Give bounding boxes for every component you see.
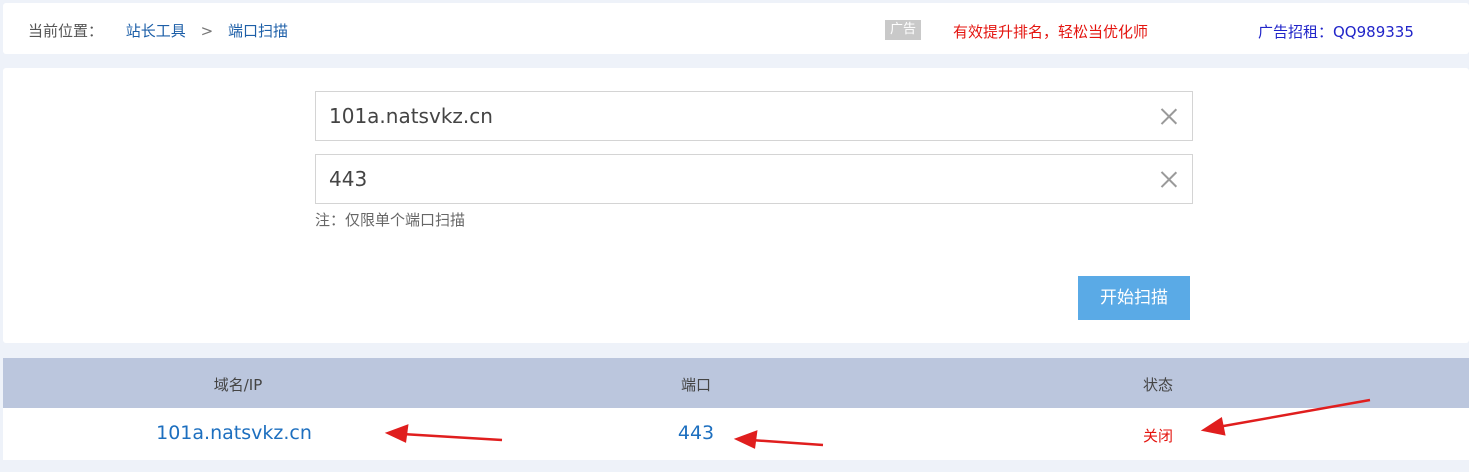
header-port: 端口 <box>680 376 712 394</box>
breadcrumb-item-webmaster-tools[interactable]: 站长工具 <box>126 22 186 40</box>
result-table: 域名/IP 端口 状态 101a.natsvkz.cn 443 关闭 <box>3 358 1469 460</box>
breadcrumb-item-port-scan[interactable]: 端口扫描 <box>228 22 288 40</box>
breadcrumb: 当前位置： 站长工具 > 端口扫描 <box>28 20 288 41</box>
port-input[interactable] <box>329 155 1129 203</box>
row-status: 关闭 <box>1142 427 1174 445</box>
ad-rent-link[interactable]: 广告招租：QQ989335 <box>1258 21 1414 42</box>
breadcrumb-label: 当前位置： <box>28 22 104 40</box>
port-note: 注：仅限单个端口扫描 <box>315 211 466 229</box>
ad-promo-link[interactable]: 有效提升排名，轻松当优化师 <box>953 21 1148 42</box>
header-domain: 域名/IP <box>213 376 263 394</box>
top-bar: 当前位置： 站长工具 > 端口扫描 广告 有效提升排名，轻松当优化师 广告招租：… <box>3 3 1469 54</box>
start-scan-button[interactable]: 开始扫描 <box>1078 276 1190 320</box>
clear-port-icon[interactable] <box>1160 170 1178 188</box>
ad-badge: 广告 <box>885 20 921 40</box>
breadcrumb-separator: > <box>200 22 214 40</box>
domain-input[interactable] <box>329 92 1129 140</box>
row-port[interactable]: 443 <box>678 422 714 444</box>
clear-domain-icon[interactable] <box>1160 107 1178 125</box>
table-header: 域名/IP 端口 状态 <box>3 358 1469 408</box>
table-row: 101a.natsvkz.cn 443 关闭 <box>3 408 1469 460</box>
domain-field <box>315 91 1193 141</box>
scan-form-panel: 注：仅限单个端口扫描 开始扫描 <box>3 68 1469 343</box>
row-domain[interactable]: 101a.natsvkz.cn <box>156 422 312 444</box>
header-status: 状态 <box>1142 376 1174 394</box>
port-field <box>315 154 1193 204</box>
